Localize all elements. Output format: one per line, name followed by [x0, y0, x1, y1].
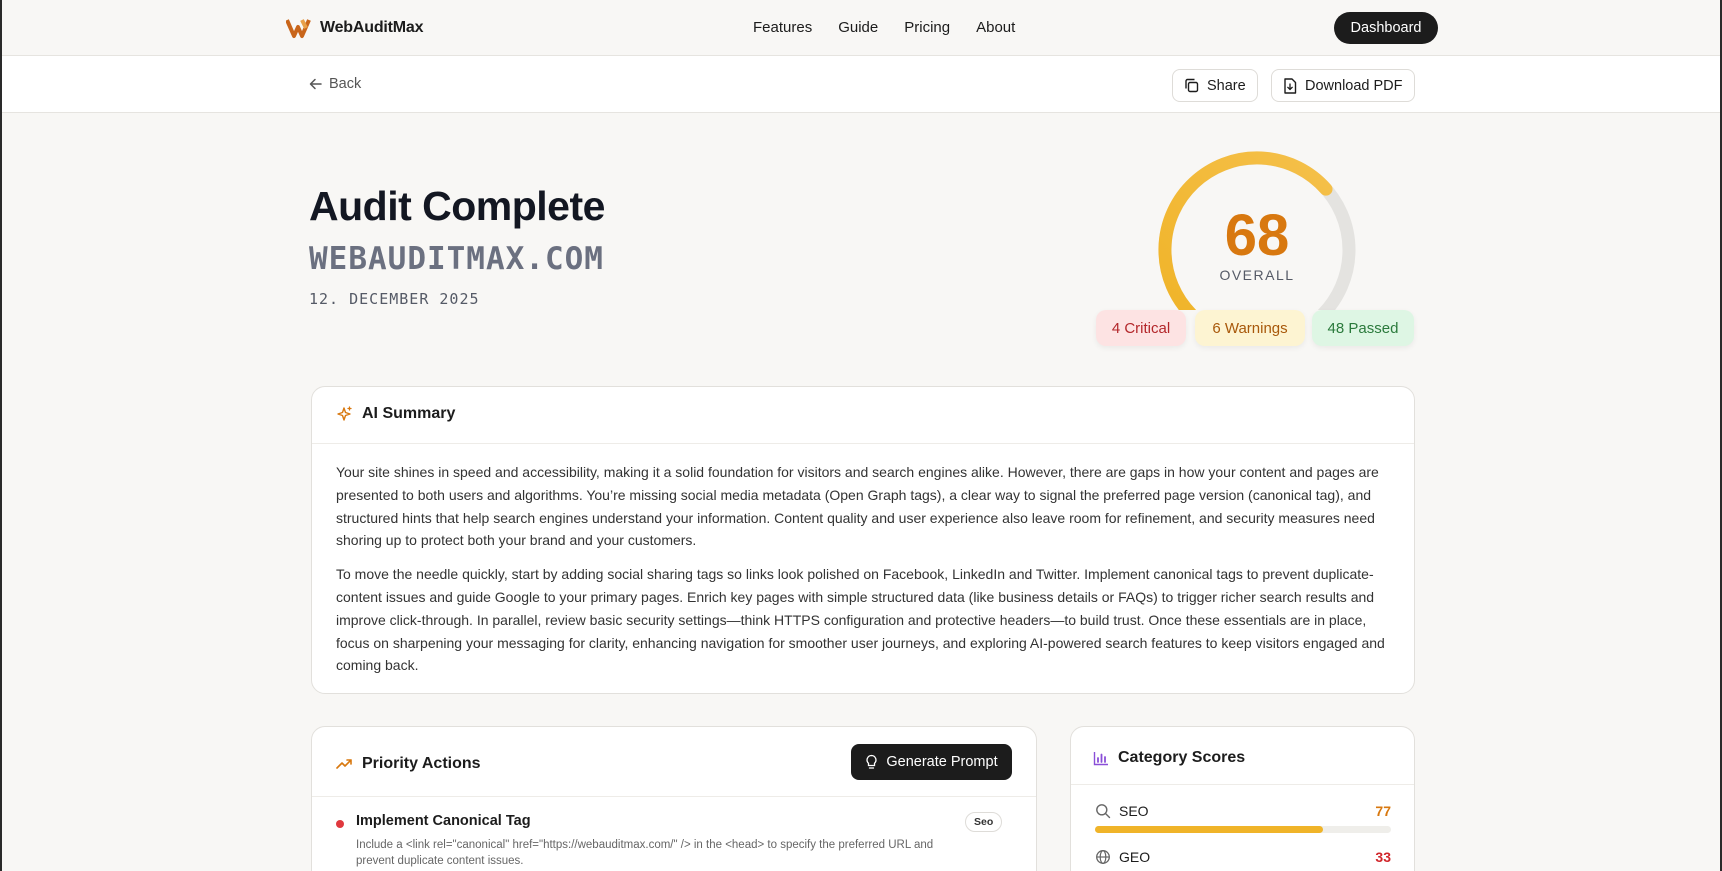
action-category-tag: Seo: [965, 812, 1003, 832]
generate-prompt-button[interactable]: Generate Prompt: [851, 744, 1012, 780]
nav-link-features[interactable]: Features: [753, 19, 812, 36]
audited-domain: WEBAUDITMAX.COM: [309, 241, 604, 277]
search-icon: [1096, 804, 1111, 819]
logo-mark-icon: [286, 19, 311, 38]
top-navigation: WebAuditMax Features Guide Pricing About…: [2, 0, 1720, 56]
main-nav-links: Features Guide Pricing About: [753, 19, 1041, 36]
summary-paragraph: Your site shines in speed and accessibil…: [336, 464, 1379, 549]
ai-summary-card: AI Summary Your site shines in speed and…: [311, 386, 1415, 694]
copy-icon: [1185, 78, 1199, 93]
share-button[interactable]: Share: [1172, 69, 1258, 102]
action-title: Implement Canonical Tag: [356, 813, 531, 829]
nav-link-about[interactable]: About: [976, 19, 1015, 36]
browser-window: WebAuditMax Features Guide Pricing About…: [2, 0, 1720, 871]
brand-name: WebAuditMax: [320, 19, 424, 36]
divider: [312, 796, 1036, 797]
category-scores-header: Category Scores: [1093, 749, 1245, 767]
action-bar: Back Share Download PDF: [2, 56, 1720, 113]
dashboard-button[interactable]: Dashboard: [1334, 12, 1438, 44]
passed-count-badge: 48 Passed: [1312, 310, 1414, 346]
critical-dot-icon: [336, 820, 344, 828]
download-pdf-button[interactable]: Download PDF: [1271, 69, 1415, 102]
divider: [312, 443, 1414, 444]
audit-date: 12. DECEMBER 2025: [309, 290, 480, 308]
category-progress-fill: [1095, 826, 1323, 833]
bar-chart-icon: [1093, 751, 1108, 765]
critical-count-badge: 4 Critical: [1096, 310, 1186, 346]
category-name: SEO: [1119, 803, 1149, 819]
priority-actions-title: Priority Actions: [362, 755, 481, 772]
file-download-icon: [1284, 77, 1297, 94]
priority-actions-header: Priority Actions: [336, 755, 481, 773]
share-label: Share: [1207, 77, 1246, 94]
ai-summary-text: Your site shines in speed and accessibil…: [336, 461, 1396, 677]
divider: [1071, 784, 1414, 785]
brand-logo[interactable]: WebAuditMax: [286, 17, 423, 39]
nav-link-pricing[interactable]: Pricing: [904, 19, 950, 36]
action-description: Include a <link rel="canonical" href="ht…: [356, 839, 934, 867]
download-label: Download PDF: [1305, 77, 1403, 94]
category-scores-card: Category Scores SEO 77 GEO 33: [1070, 726, 1415, 871]
category-name: GEO: [1119, 849, 1151, 865]
category-score: 77: [1375, 803, 1391, 819]
ai-summary-header: AI Summary: [336, 405, 455, 423]
back-label: Back: [329, 76, 362, 92]
category-progress-track: [1095, 826, 1391, 833]
trending-up-icon: [336, 759, 352, 769]
category-scores-title: Category Scores: [1118, 749, 1246, 766]
category-score: 33: [1375, 849, 1391, 865]
generate-prompt-label: Generate Prompt: [886, 754, 998, 770]
page-title: Audit Complete: [309, 183, 605, 229]
ai-summary-title: AI Summary: [362, 405, 456, 422]
globe-icon: [1096, 850, 1110, 864]
back-link[interactable]: Back: [309, 76, 361, 92]
summary-paragraph: To move the needle quickly, start by add…: [336, 566, 1385, 674]
arrow-left-icon: [309, 78, 322, 90]
overall-score-label: OVERALL: [1219, 267, 1295, 283]
warnings-count-badge: 6 Warnings: [1195, 310, 1305, 346]
nav-link-guide[interactable]: Guide: [838, 19, 878, 36]
overall-score-value: 68: [1224, 203, 1290, 268]
lightbulb-icon: [866, 754, 877, 769]
priority-actions-card: Priority Actions Generate Prompt Impleme…: [311, 726, 1037, 871]
sparkles-icon: [337, 405, 352, 421]
